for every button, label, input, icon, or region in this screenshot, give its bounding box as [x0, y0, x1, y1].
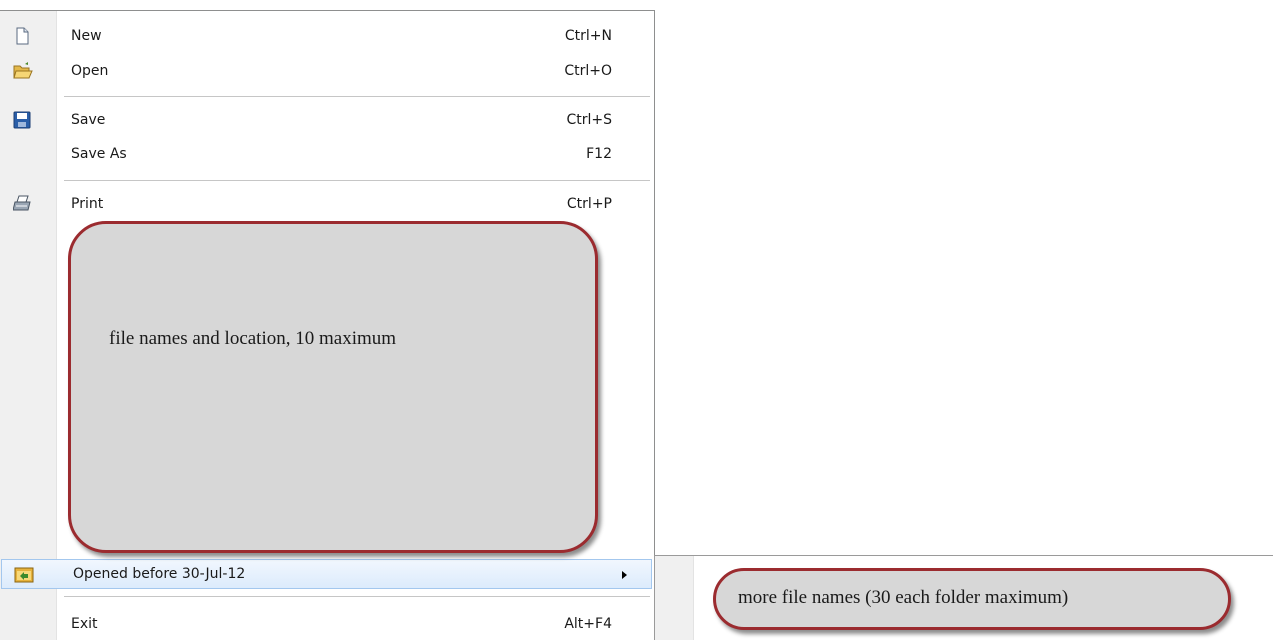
menu-item-shortcut: Ctrl+S [566, 112, 612, 128]
menu-item-exit[interactable]: Exit Alt+F4 [0, 609, 654, 639]
menu-item-label: Save [71, 112, 106, 128]
menu-separator [64, 96, 650, 98]
menu-item-open[interactable]: Open Ctrl+O [0, 56, 654, 86]
menu-item-label: Exit [71, 616, 98, 632]
menu-item-save-as[interactable]: Save As F12 [0, 139, 654, 169]
menu-item-shortcut: Alt+F4 [564, 616, 612, 632]
submenu-files-callout: more file names (30 each folder maximum) [713, 568, 1231, 630]
menu-item-shortcut: Ctrl+O [564, 63, 612, 79]
menu-item-label: Save As [71, 146, 127, 162]
recent-files-note: file names and location, 10 maximum [109, 328, 397, 349]
menu-item-opened-before[interactable]: Opened before 30-Jul-12 [1, 559, 652, 589]
save-disk-icon [13, 111, 31, 129]
menu-item-new[interactable]: New Ctrl+N [0, 21, 654, 51]
new-document-icon [13, 27, 31, 45]
menu-item-shortcut: Ctrl+P [566, 196, 612, 212]
submenu-files-note: more file names (30 each folder maximum) [738, 587, 1069, 608]
recent-files-callout: file names and location, 10 maximum [68, 221, 598, 553]
menu-item-print[interactable]: Print Ctrl+P [0, 189, 654, 219]
menu-separator [64, 596, 650, 598]
menu-separator [64, 180, 650, 182]
menu-item-label: Open [71, 63, 109, 79]
menu-item-save[interactable]: Save Ctrl+S [0, 105, 654, 135]
menu-item-shortcut: Ctrl+N [564, 28, 612, 44]
submenu-icon-gutter [655, 556, 694, 640]
menu-item-label: Print [71, 196, 104, 212]
open-folder-icon [13, 62, 33, 80]
canvas: New Ctrl+N Open Ctrl+O Save Ctrl+S Save … [0, 0, 1273, 640]
recent-folder-icon [14, 565, 34, 583]
menu-item-label: New [71, 28, 102, 44]
submenu-arrow-icon [622, 571, 627, 579]
menu-item-label: Opened before 30-Jul-12 [73, 566, 246, 582]
menu-item-shortcut: F12 [586, 146, 612, 162]
printer-icon [12, 195, 31, 213]
